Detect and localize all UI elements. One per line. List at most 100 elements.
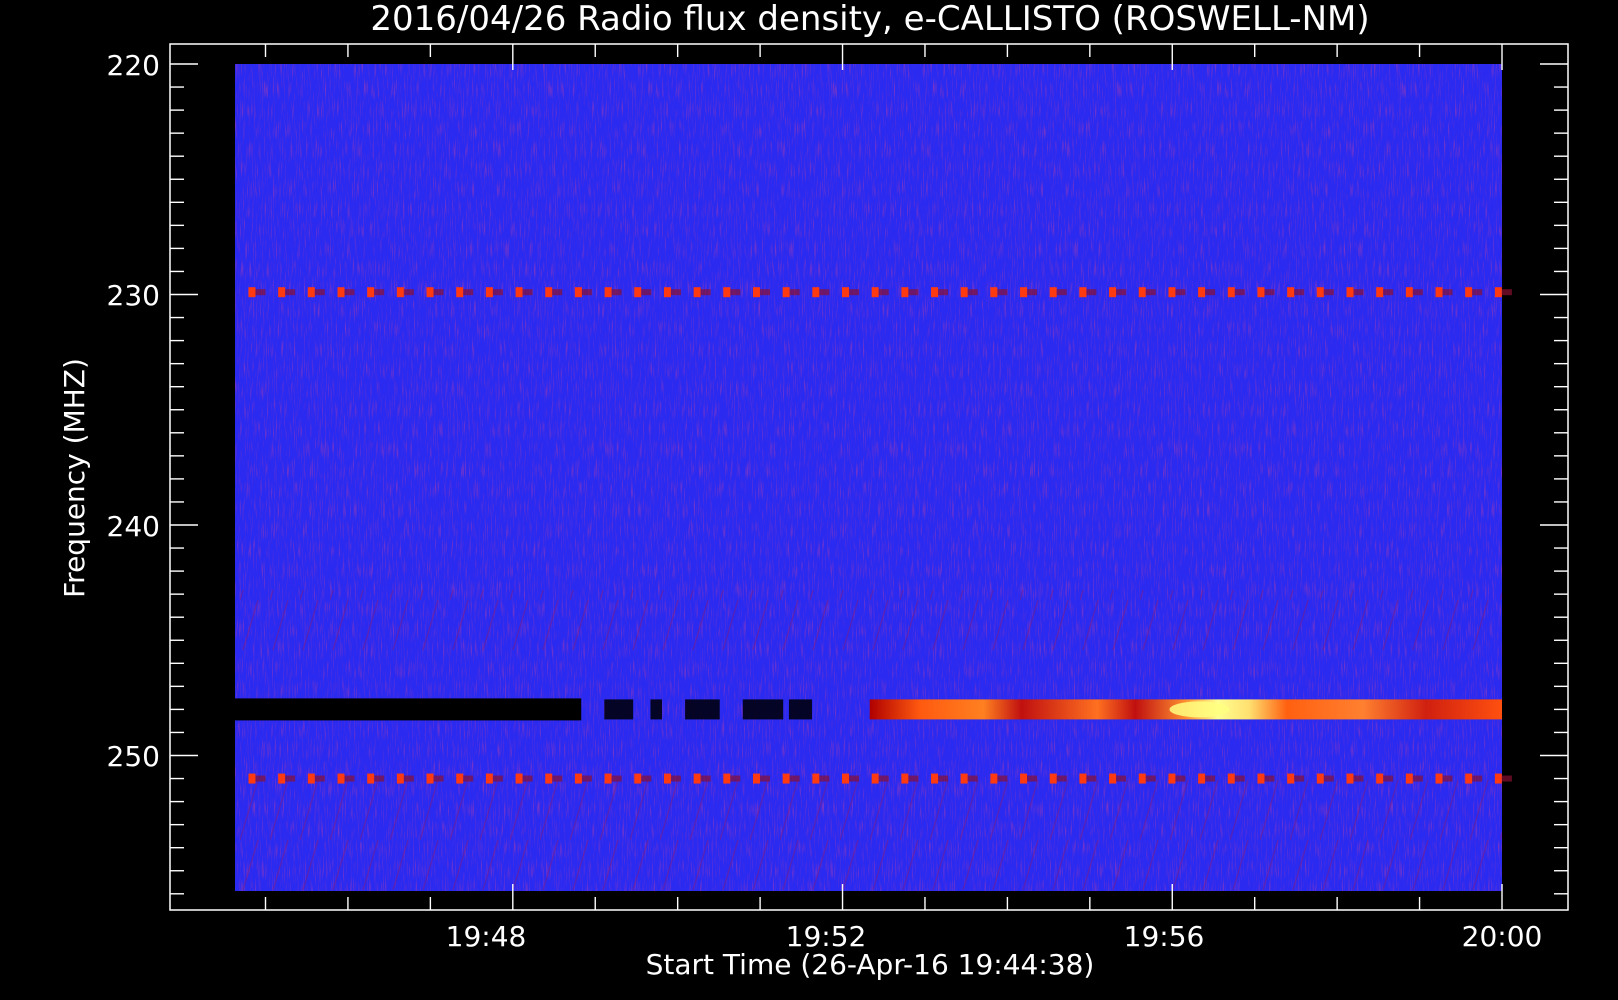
spectrogram-chart: 2016/04/26 Radio flux density, e-CALLIST… <box>0 0 1618 1000</box>
interference-trail <box>849 289 860 296</box>
interference-dot <box>396 287 404 298</box>
interference-dot <box>812 773 820 784</box>
interference-trail <box>819 289 830 296</box>
interference-trail <box>878 775 889 782</box>
interference-trail <box>1412 289 1423 296</box>
interference-trail <box>1145 775 1156 782</box>
interference-trail <box>759 289 770 296</box>
x-axis-label: Start Time (26-Apr-16 19:44:38) <box>646 948 1095 981</box>
interference-dot <box>782 287 790 298</box>
interference-dot <box>723 773 731 784</box>
interference-trail <box>1412 775 1423 782</box>
interference-dot <box>1227 773 1235 784</box>
absorption-band-segment <box>685 699 720 720</box>
interference-dot <box>1227 287 1235 298</box>
interference-dot <box>485 773 493 784</box>
interference-dot <box>693 773 701 784</box>
y-tick-label: 240 <box>107 510 160 543</box>
interference-dot <box>278 773 286 784</box>
interference-trail <box>1234 289 1245 296</box>
interference-trail <box>1472 289 1483 296</box>
interference-trail <box>255 289 266 296</box>
interference-dot <box>1376 773 1384 784</box>
interference-dot <box>1287 773 1295 784</box>
interference-dot <box>367 773 375 784</box>
interference-dot <box>1198 773 1206 784</box>
x-tick-label: 20:00 <box>1462 920 1543 953</box>
interference-dot <box>693 287 701 298</box>
interference-dot <box>871 287 879 298</box>
interference-trail <box>997 775 1008 782</box>
interference-dot <box>634 287 642 298</box>
interference-trail <box>908 775 919 782</box>
interference-dot <box>1168 773 1176 784</box>
interference-dot <box>871 773 879 784</box>
interference-trail <box>878 289 889 296</box>
interference-trail <box>522 775 533 782</box>
interference-dot <box>396 773 404 784</box>
interference-trail <box>433 289 444 296</box>
interference-dot <box>990 287 998 298</box>
interference-trail <box>1264 289 1275 296</box>
interference-trail <box>1353 775 1364 782</box>
interference-trail <box>1442 775 1453 782</box>
interference-trail <box>789 289 800 296</box>
y-axis-label: Frequency (MHZ) <box>58 358 91 598</box>
x-tick-label: 19:56 <box>1124 920 1205 953</box>
absorption-band-segment <box>650 699 663 720</box>
interference-dot <box>723 287 731 298</box>
interference-trail <box>1145 289 1156 296</box>
absorption-band-segment <box>742 699 784 720</box>
interference-dot <box>1346 773 1354 784</box>
interference-trail <box>1056 775 1067 782</box>
interference-trail <box>908 289 919 296</box>
interference-trail <box>1056 289 1067 296</box>
interference-trail <box>670 289 681 296</box>
interference-trail <box>611 775 622 782</box>
interference-dot <box>485 287 493 298</box>
interference-trail <box>700 289 711 296</box>
interference-dot <box>515 773 523 784</box>
interference-dot <box>1168 287 1176 298</box>
interference-dot <box>931 773 939 784</box>
interference-dot <box>1257 287 1265 298</box>
interference-dot <box>1494 773 1502 784</box>
interference-trail <box>1294 775 1305 782</box>
interference-trail <box>1353 289 1364 296</box>
interference-dot <box>367 287 375 298</box>
interference-dot <box>1494 287 1502 298</box>
spectrogram-diagonal-streaks-bottom <box>235 780 1502 890</box>
interference-dot <box>337 773 345 784</box>
interference-dot <box>1405 773 1413 784</box>
interference-dot <box>782 773 790 784</box>
interference-trail <box>492 775 503 782</box>
interference-trail <box>1027 775 1038 782</box>
interference-dot <box>663 773 671 784</box>
interference-dot <box>248 773 256 784</box>
interference-dot <box>842 773 850 784</box>
interference-trail <box>1383 289 1394 296</box>
interference-trail <box>670 775 681 782</box>
interference-dot <box>960 287 968 298</box>
interference-trail <box>581 775 592 782</box>
y-tick-label: 220 <box>107 49 160 82</box>
interference-dot <box>1109 287 1117 298</box>
interference-trail <box>1175 775 1186 782</box>
interference-dot <box>515 287 523 298</box>
interference-trail <box>730 775 741 782</box>
interference-dot <box>1109 773 1117 784</box>
interference-trail <box>997 289 1008 296</box>
spectrogram-noise <box>235 64 1502 891</box>
interference-dot <box>545 287 553 298</box>
interference-trail <box>967 775 978 782</box>
interference-dot <box>634 773 642 784</box>
interference-trail <box>759 775 770 782</box>
interference-dot <box>337 287 345 298</box>
interference-trail <box>1205 289 1216 296</box>
interference-dot <box>426 773 434 784</box>
interference-dot <box>1049 773 1057 784</box>
interference-trail <box>1264 775 1275 782</box>
interference-dot <box>456 287 464 298</box>
interference-trail <box>344 775 355 782</box>
interference-dot <box>1376 287 1384 298</box>
